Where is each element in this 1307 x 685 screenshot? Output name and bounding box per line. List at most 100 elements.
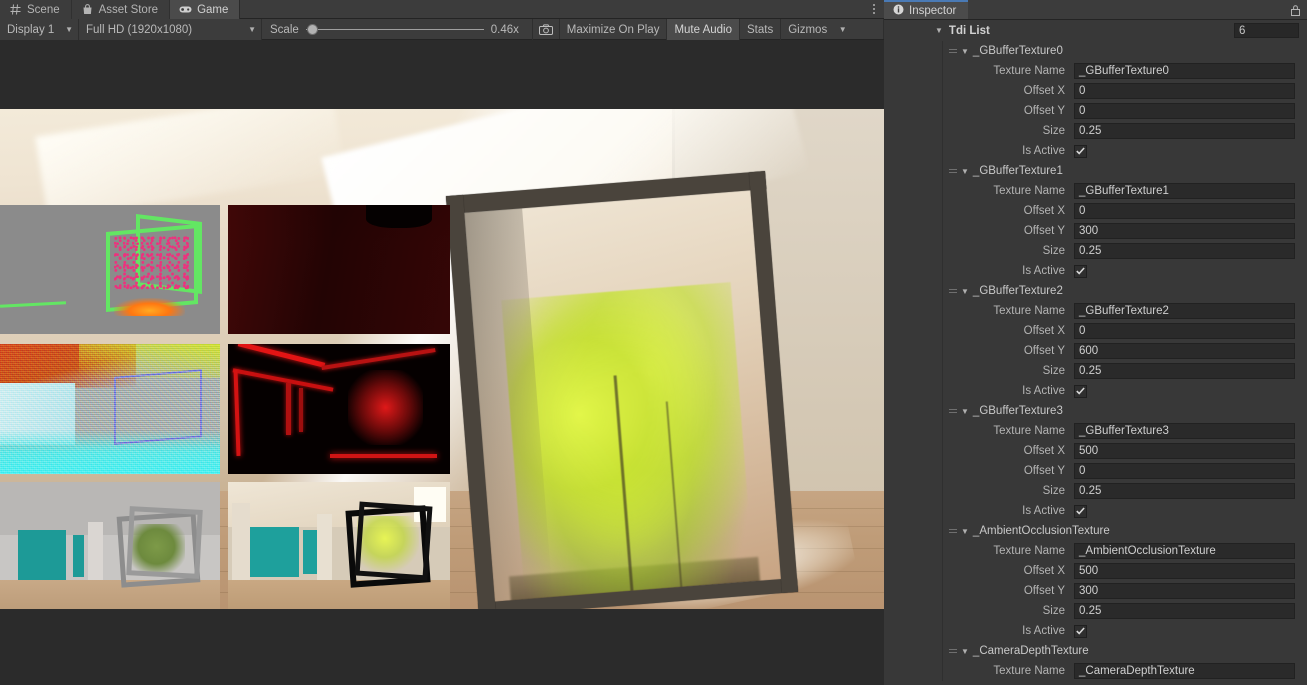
tdi-list-size-input[interactable]: 6 bbox=[1234, 23, 1299, 38]
tab-inspector[interactable]: Inspector bbox=[884, 0, 969, 19]
is-active-1-row: Is Active bbox=[943, 261, 1301, 281]
size-3-row: Size 0.25 bbox=[943, 481, 1301, 501]
offset-x-3-input[interactable]: 500 bbox=[1074, 443, 1295, 459]
resolution-dropdown-label: Full HD (1920x1080) bbox=[86, 23, 193, 36]
is-active-1-checkbox[interactable] bbox=[1074, 264, 1087, 278]
texture-name-4-input[interactable]: _AmbientOcclusionTexture bbox=[1074, 543, 1295, 559]
texture-name-0-input[interactable]: _GBufferTexture0 bbox=[1074, 63, 1295, 79]
game-view-toolbar: Display 1 ▼ Full HD (1920x1080) ▼ Scale … bbox=[0, 19, 884, 40]
list-element-header-2[interactable]: ▼ _GBufferTexture2 bbox=[943, 281, 1301, 301]
is-active-3-row: Is Active bbox=[943, 501, 1301, 521]
list-element-header-5[interactable]: ▼ _CameraDepthTexture bbox=[943, 641, 1301, 661]
size-2-input[interactable]: 0.25 bbox=[1074, 363, 1295, 379]
list-element-header-0[interactable]: ▼ _GBufferTexture0 bbox=[943, 41, 1301, 61]
preview-gbuffer-texture-2 bbox=[0, 344, 220, 474]
texture-name-5-label: Texture Name bbox=[993, 665, 1065, 677]
size-2-label: Size bbox=[1042, 365, 1065, 377]
chevron-down-icon[interactable]: ▼ bbox=[961, 407, 969, 416]
drag-handle-icon[interactable] bbox=[949, 289, 957, 293]
mute-audio-label: Mute Audio bbox=[674, 23, 732, 36]
mute-audio-button[interactable]: Mute Audio bbox=[667, 19, 740, 40]
offset-x-4-input[interactable]: 500 bbox=[1074, 563, 1295, 579]
size-0-input[interactable]: 0.25 bbox=[1074, 123, 1295, 139]
preview-gbuffer-texture-1 bbox=[228, 205, 450, 334]
scale-slider-track bbox=[305, 29, 484, 30]
tabstrip-filler bbox=[240, 0, 864, 18]
offset-x-1-label: Offset X bbox=[1023, 205, 1065, 217]
tab-game[interactable]: Game bbox=[170, 0, 241, 19]
inspector-tabstrip-filler bbox=[968, 0, 1283, 19]
offset-y-4-input[interactable]: 300 bbox=[1074, 583, 1295, 599]
game-render-output bbox=[0, 109, 884, 609]
offset-y-1-input[interactable]: 300 bbox=[1074, 223, 1295, 239]
texture-name-1-input[interactable]: _GBufferTexture1 bbox=[1074, 183, 1295, 199]
tab-game-label: Game bbox=[197, 3, 229, 16]
size-4-input[interactable]: 0.25 bbox=[1074, 603, 1295, 619]
chevron-down-icon[interactable]: ▼ bbox=[961, 287, 969, 296]
texture-name-5-row: Texture Name _CameraDepthTexture bbox=[943, 661, 1301, 681]
drag-handle-icon[interactable] bbox=[949, 529, 957, 533]
drag-handle-icon[interactable] bbox=[949, 649, 957, 653]
is-active-4-checkbox[interactable] bbox=[1074, 624, 1087, 638]
list-element-name: _AmbientOcclusionTexture bbox=[972, 525, 1110, 537]
gizmos-button[interactable]: Gizmos bbox=[781, 19, 834, 40]
chevron-down-icon[interactable]: ▼ bbox=[961, 167, 969, 176]
size-4-label: Size bbox=[1042, 605, 1065, 617]
display-dropdown[interactable]: Display 1 ▼ bbox=[0, 19, 79, 40]
texture-name-3-input[interactable]: _GBufferTexture3 bbox=[1074, 423, 1295, 439]
size-2-row: Size 0.25 bbox=[943, 361, 1301, 381]
list-element-name: _GBufferTexture1 bbox=[972, 165, 1063, 177]
offset-y-2-row: Offset Y 600 bbox=[943, 341, 1301, 361]
size-1-input[interactable]: 0.25 bbox=[1074, 243, 1295, 259]
chevron-down-icon: ▼ bbox=[65, 24, 73, 34]
list-element-name: _GBufferTexture2 bbox=[972, 285, 1063, 297]
chevron-down-icon[interactable]: ▼ bbox=[961, 527, 969, 536]
offset-y-0-input[interactable]: 0 bbox=[1074, 103, 1295, 119]
display-dropdown-label: Display 1 bbox=[7, 23, 55, 36]
size-0-row: Size 0.25 bbox=[943, 121, 1301, 141]
offset-x-2-input[interactable]: 0 bbox=[1074, 323, 1295, 339]
list-element-header-4[interactable]: ▼ _AmbientOcclusionTexture bbox=[943, 521, 1301, 541]
texture-name-3-row: Texture Name _GBufferTexture3 bbox=[943, 421, 1301, 441]
maximize-on-play-button[interactable]: Maximize On Play bbox=[560, 19, 668, 40]
camera-icon[interactable] bbox=[533, 19, 560, 39]
kebab-menu-icon[interactable] bbox=[864, 0, 884, 18]
inspector-tabstrip: Inspector bbox=[884, 0, 1307, 20]
preview-gbuffer-texture-3 bbox=[228, 344, 450, 474]
gizmos-dropdown-arrow[interactable]: ▼ bbox=[834, 19, 851, 39]
toolbar-spacer bbox=[851, 19, 884, 39]
texture-name-2-label: Texture Name bbox=[993, 305, 1065, 317]
offset-x-1-input[interactable]: 0 bbox=[1074, 203, 1295, 219]
texture-name-4-row: Texture Name _AmbientOcclusionTexture bbox=[943, 541, 1301, 561]
offset-y-2-input[interactable]: 600 bbox=[1074, 343, 1295, 359]
list-element-header-1[interactable]: ▼ _GBufferTexture1 bbox=[943, 161, 1301, 181]
gamepad-icon bbox=[179, 3, 192, 16]
drag-handle-icon[interactable] bbox=[949, 49, 957, 53]
offset-y-3-label: Offset Y bbox=[1023, 465, 1065, 477]
chevron-down-icon[interactable]: ▼ bbox=[961, 47, 969, 56]
stats-button[interactable]: Stats bbox=[740, 19, 782, 40]
tab-asset-store[interactable]: Asset Store bbox=[71, 0, 171, 19]
game-panel: Scene Asset Store Game Display 1 ▼ Full … bbox=[0, 0, 884, 685]
list-element-header-3[interactable]: ▼ _GBufferTexture3 bbox=[943, 401, 1301, 421]
texture-name-2-input[interactable]: _GBufferTexture2 bbox=[1074, 303, 1295, 319]
tdi-list-header[interactable]: ▼ Tdi List 6 bbox=[884, 20, 1307, 41]
offset-x-0-input[interactable]: 0 bbox=[1074, 83, 1295, 99]
is-active-0-checkbox[interactable] bbox=[1074, 144, 1087, 158]
texture-name-4-label: Texture Name bbox=[993, 545, 1065, 557]
chevron-down-icon[interactable]: ▼ bbox=[961, 647, 969, 656]
scale-slider[interactable] bbox=[305, 23, 484, 36]
resolution-dropdown[interactable]: Full HD (1920x1080) ▼ bbox=[79, 19, 262, 40]
offset-y-3-input[interactable]: 0 bbox=[1074, 463, 1295, 479]
drag-handle-icon[interactable] bbox=[949, 409, 957, 413]
is-active-2-checkbox[interactable] bbox=[1074, 384, 1087, 398]
scale-slider-knob[interactable] bbox=[306, 24, 318, 35]
texture-name-5-input[interactable]: _CameraDepthTexture bbox=[1074, 663, 1295, 679]
is-active-3-checkbox[interactable] bbox=[1074, 504, 1087, 518]
size-3-input[interactable]: 0.25 bbox=[1074, 483, 1295, 499]
tab-scene[interactable]: Scene bbox=[0, 0, 72, 19]
lock-icon[interactable] bbox=[1283, 0, 1307, 19]
drag-handle-icon[interactable] bbox=[949, 169, 957, 173]
chevron-down-icon[interactable]: ▼ bbox=[935, 26, 943, 35]
game-view-canvas[interactable] bbox=[0, 40, 884, 685]
